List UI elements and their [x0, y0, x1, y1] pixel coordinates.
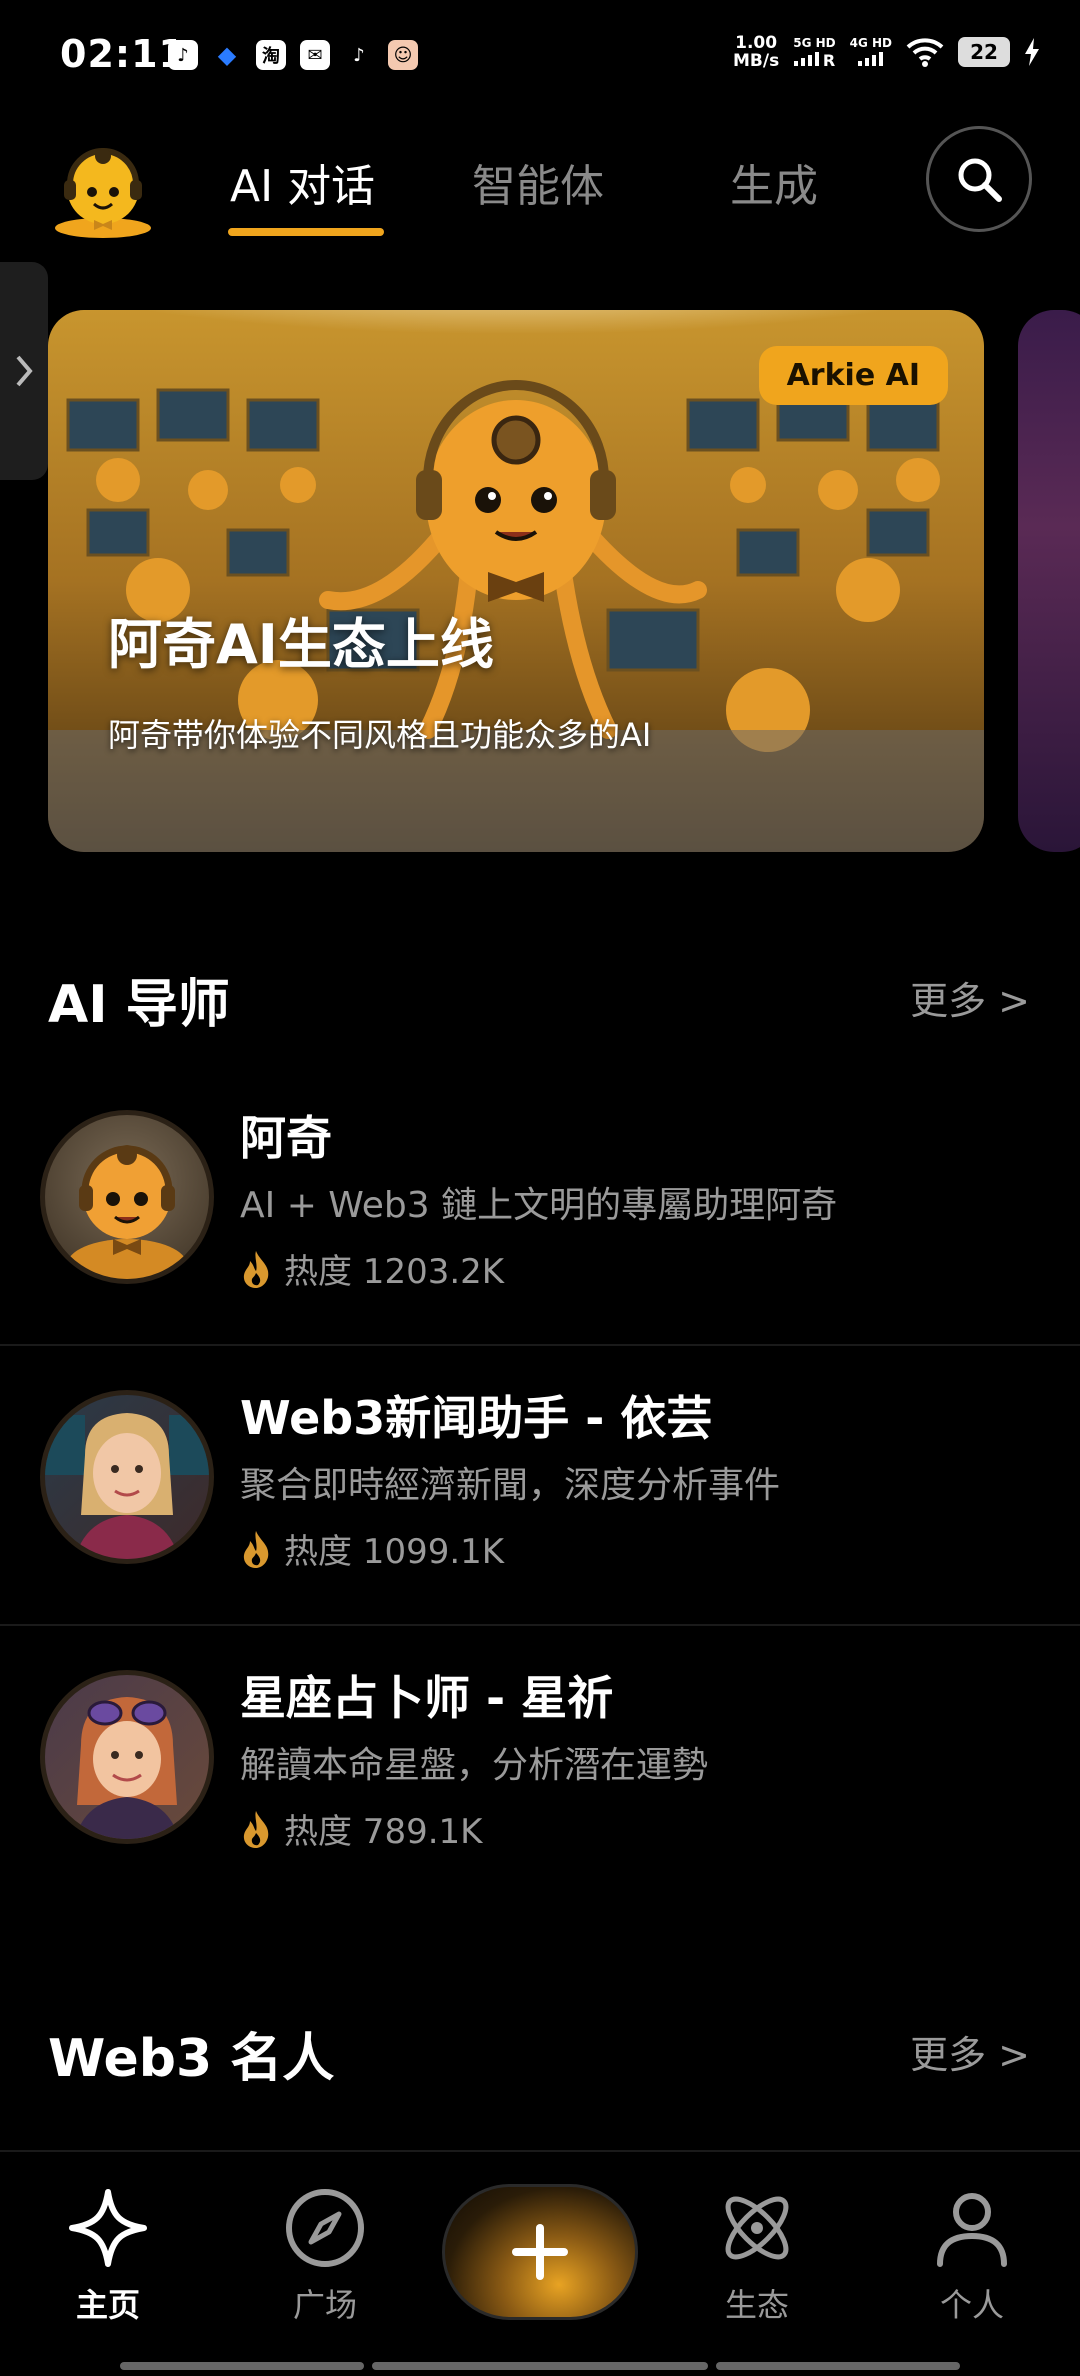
- avatar: [40, 1110, 214, 1284]
- mentor-description: 聚合即時經濟新聞，深度分析事件: [240, 1465, 781, 1506]
- avatar: [40, 1670, 214, 1844]
- wifi-icon: [906, 38, 944, 67]
- chevron-right-icon: [16, 355, 33, 387]
- sim1-signal: 5G HD R: [793, 35, 836, 70]
- mentor-item[interactable]: Web3新闻助手 - 依芸 聚合即時經濟新聞，深度分析事件 热度 1099.1K: [0, 1346, 1080, 1626]
- atom-icon: [725, 2196, 789, 2260]
- taobao-icon: 淘: [256, 40, 286, 70]
- sim2-signal: 4G HD: [850, 36, 892, 69]
- banner-subtitle: 阿奇带你体验不同风格且功能众多的AI: [108, 716, 652, 754]
- active-tab-indicator: [228, 228, 384, 236]
- mentor-item[interactable]: 星座占卜师 - 星祈 解讀本命星盤，分析潛在運勢 热度 789.1K: [0, 1626, 1080, 1906]
- search-icon: [958, 158, 1002, 202]
- side-drawer-handle[interactable]: [0, 262, 48, 480]
- tab-generate[interactable]: 生成: [730, 150, 818, 214]
- arkie-logo[interactable]: [50, 140, 156, 246]
- mentor-description: 解讀本命星盤，分析潛在運勢: [240, 1745, 709, 1786]
- nav-profile[interactable]: 个人: [892, 2182, 1052, 2326]
- charging-icon: [1025, 38, 1039, 66]
- status-app-icons: ♪ ◆ 淘 ✉ ♪ ☺: [168, 40, 418, 70]
- mentor-heat: 热度 1203.2K: [240, 1244, 504, 1293]
- mentor-heat: 热度 789.1K: [240, 1804, 482, 1853]
- nav-square[interactable]: 广场: [245, 2182, 405, 2326]
- compass-icon: [286, 2189, 364, 2267]
- more-mentors-link[interactable]: 更多 >: [910, 970, 1030, 1025]
- nav-home[interactable]: 主页: [28, 2182, 188, 2326]
- banner-badge: Arkie AI: [758, 346, 948, 405]
- douyin-icon: ♪: [168, 40, 198, 70]
- mentor-avatar-arkie: [67, 1145, 187, 1279]
- more-celebs-link[interactable]: 更多 >: [910, 2024, 1030, 2079]
- search-button[interactable]: [926, 126, 1032, 232]
- signal-bars-icon: [793, 50, 819, 66]
- sparkle-icon: [69, 2189, 147, 2267]
- banner-title: 阿奇AI生态上线: [108, 613, 494, 676]
- signal-bars-icon: [858, 50, 884, 66]
- mentor-heat: 热度 1099.1K: [240, 1524, 504, 1573]
- mentor-avatar-yiyun: [45, 1413, 209, 1559]
- section-title-mentors: AI 导师: [48, 975, 230, 1035]
- fire-icon: [243, 1810, 269, 1848]
- mentor-name: 星座占卜师 - 星祈: [240, 1671, 614, 1725]
- create-button[interactable]: [442, 2184, 638, 2320]
- mentor-item[interactable]: 阿奇 AI + Web3 鏈上文明的專屬助理阿奇 热度 1203.2K: [0, 1066, 1080, 1346]
- section-title-celebs: Web3 名人: [48, 2029, 335, 2089]
- tab-ai-chat[interactable]: AI 对话: [230, 150, 375, 214]
- battery-indicator: 22: [958, 37, 1010, 67]
- mail-icon: ✉: [300, 40, 330, 70]
- tiktok-icon: ♪: [353, 44, 365, 66]
- bottom-nav: 主页 广场 生态 个人: [0, 2150, 1080, 2376]
- status-bar: 02:11 ♪ ◆ 淘 ✉ ♪ ☺ 1.00 MB/s 5G HD R 4G H…: [0, 0, 1080, 115]
- banner-next-card[interactable]: [1018, 310, 1080, 852]
- person-icon: [937, 2193, 1007, 2267]
- gesture-bar: [372, 2362, 708, 2370]
- gesture-bar: [120, 2362, 364, 2370]
- fire-icon: [243, 1530, 269, 1568]
- mentor-description: AI + Web3 鏈上文明的專屬助理阿奇: [240, 1185, 838, 1226]
- mentor-avatar-xingqi: [75, 1697, 179, 1839]
- avatar-icon: ☺: [388, 40, 418, 70]
- gesture-bar: [716, 2362, 960, 2370]
- app-icon: ◆: [217, 41, 237, 69]
- fire-icon: [243, 1250, 269, 1288]
- tab-agents[interactable]: 智能体: [472, 150, 604, 214]
- nav-ecosystem[interactable]: 生态: [677, 2182, 837, 2326]
- status-right: 1.00 MB/s 5G HD R 4G HD 22: [733, 34, 1040, 70]
- avatar: [40, 1390, 214, 1564]
- net-speed: 1.00 MB/s: [733, 33, 780, 71]
- hero-banner[interactable]: Arkie AI 阿奇AI生态上线 阿奇带你体验不同风格且功能众多的AI: [48, 310, 984, 852]
- mentor-name: 阿奇: [240, 1111, 332, 1165]
- plus-icon: [512, 2224, 568, 2280]
- top-nav: AI 对话 智能体 生成: [0, 120, 1080, 250]
- mentor-name: Web3新闻助手 - 依芸: [240, 1391, 713, 1445]
